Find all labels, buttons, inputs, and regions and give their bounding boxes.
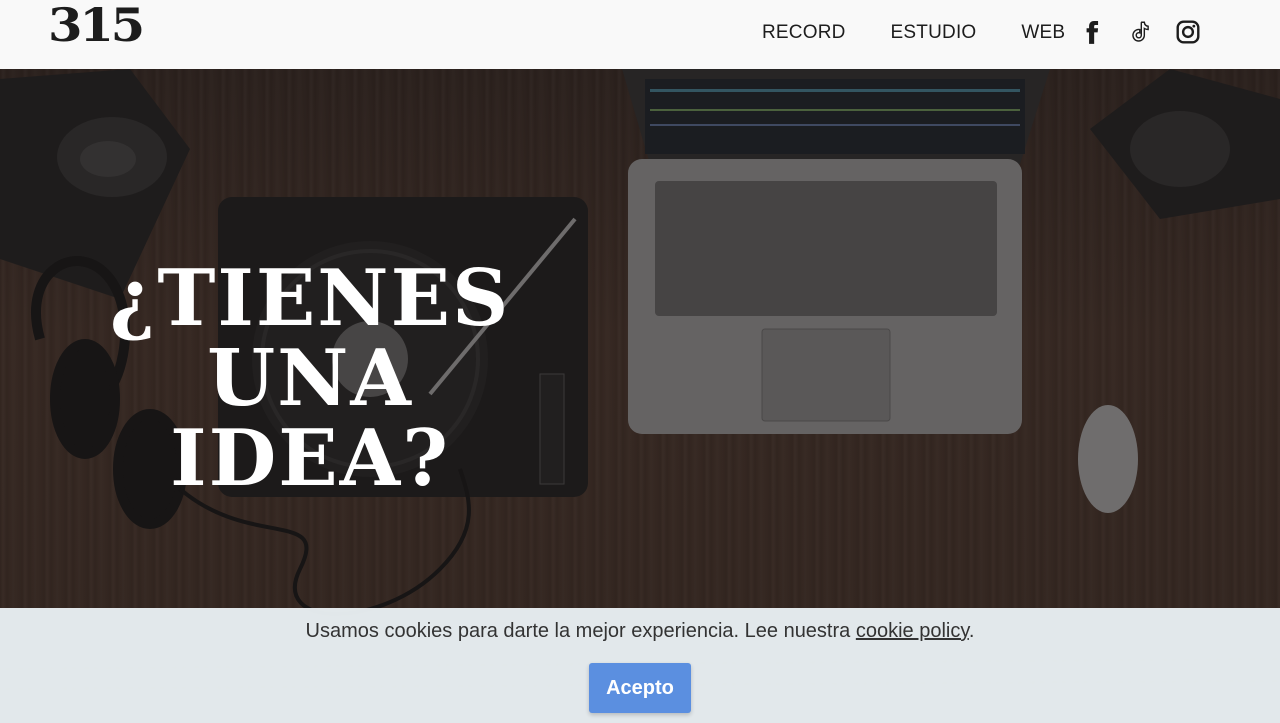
nav-item-web[interactable]: WEB xyxy=(1021,21,1065,45)
main-nav: RECORD ESTUDIO WEB xyxy=(762,21,1110,45)
headline-line-1: ¿TIENES xyxy=(109,253,511,344)
headline-line-2: UNA xyxy=(207,333,413,424)
cookie-policy-link[interactable]: cookie policy xyxy=(856,620,969,642)
hero-headline: ¿TIENES UNA IDEA? xyxy=(95,259,525,499)
headline-line-3: IDEA? xyxy=(170,413,450,504)
accept-cookies-button[interactable]: Acepto xyxy=(589,663,691,713)
nav-item-record[interactable]: RECORD xyxy=(762,21,846,45)
facebook-icon[interactable] xyxy=(1079,18,1105,46)
tiktok-icon[interactable] xyxy=(1127,18,1153,46)
cookie-message: Usamos cookies para darte la mejor exper… xyxy=(0,620,1280,643)
site-logo[interactable]: 315 xyxy=(48,2,145,48)
cookie-text-suffix: . xyxy=(968,620,975,642)
nav-item-estudio[interactable]: ESTUDIO xyxy=(891,21,977,45)
site-header: 315 RECORD ESTUDIO WEB xyxy=(0,0,1280,69)
cookie-banner: Usamos cookies para darte la mejor exper… xyxy=(0,608,1280,723)
cookie-text: Usamos cookies para darte la mejor exper… xyxy=(305,620,856,642)
instagram-icon[interactable] xyxy=(1175,18,1201,46)
social-links xyxy=(1079,18,1223,46)
